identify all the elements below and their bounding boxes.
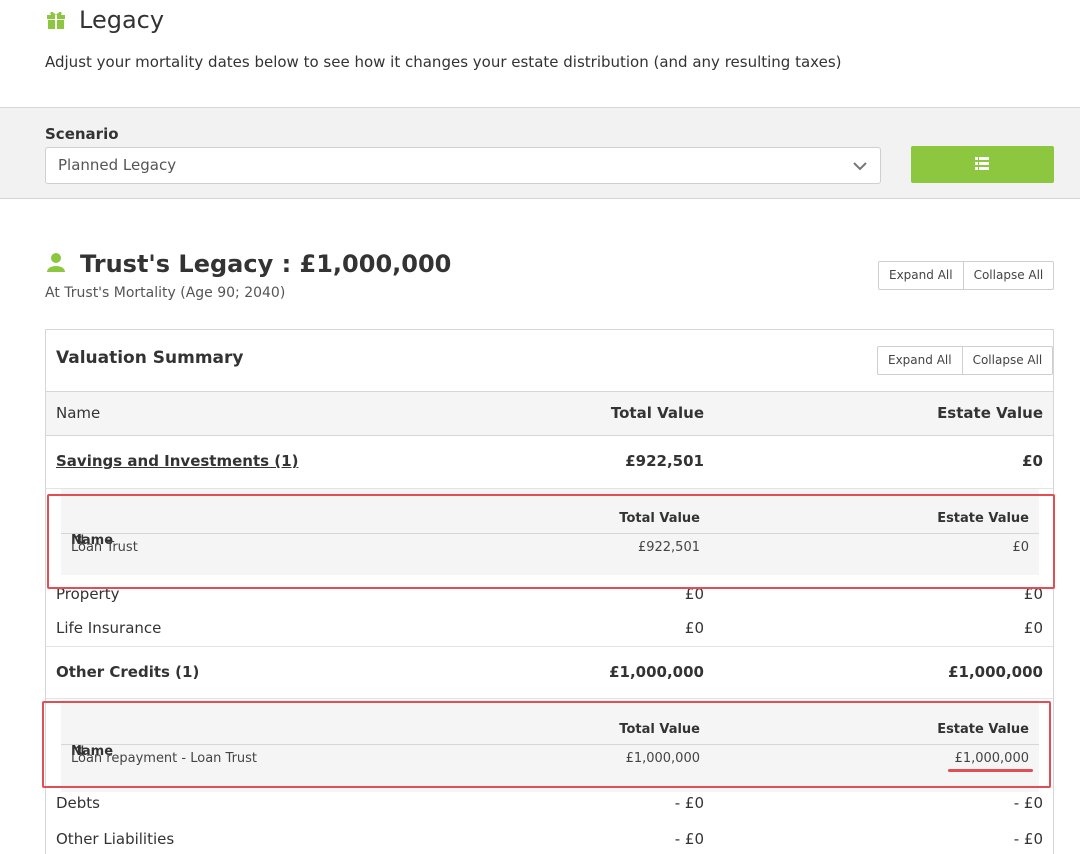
page-title: Legacy: [79, 6, 165, 34]
savings-total: £922,501: [625, 452, 704, 470]
collapse-all-button[interactable]: Collapse All: [961, 347, 1053, 374]
legacy-title: Trust's Legacy : £1,000,000: [80, 250, 452, 278]
table-row: Other Credits (1) £1,000,000 £1,000,000: [46, 647, 1053, 699]
highlight-underline: [948, 769, 1033, 772]
table-row: Life Insurance £0 £0: [46, 617, 1053, 647]
life-insurance-estate: £0: [1023, 619, 1043, 637]
table-row: Debts - £0 - £0: [46, 794, 1053, 828]
scenario-bar: Scenario Planned Legacy: [0, 107, 1080, 199]
other-liabilities-estate: - £0: [1013, 830, 1043, 848]
expand-all-button[interactable]: Expand All: [878, 347, 962, 374]
table-row: Savings and Investments (1) £922,501 £0: [46, 436, 1053, 489]
life-insurance-name: Life Insurance: [56, 619, 162, 637]
list-icon: [975, 157, 989, 170]
scenario-list-button[interactable]: [911, 146, 1054, 183]
panel-expand-collapse: Expand All Collapse All: [877, 346, 1054, 375]
page-header: Legacy Adjust your mortality dates below…: [0, 0, 1080, 108]
table-header: Name Total Value Estate Value: [46, 391, 1053, 436]
life-insurance-total: £0: [684, 619, 704, 637]
chevron-down-icon: [853, 162, 867, 171]
col-estate-value: Estate Value: [937, 404, 1043, 422]
scenario-label: Scenario: [45, 125, 119, 143]
other-credits-estate: £1,000,000: [948, 663, 1043, 681]
collapse-all-button[interactable]: Collapse All: [962, 262, 1054, 289]
table-row: Other Liabilities - £0 - £0: [46, 829, 1053, 854]
legacy-expand-collapse: Expand All Collapse All: [878, 261, 1055, 290]
other-credits-total: £1,000,000: [609, 663, 704, 681]
debts-estate: - £0: [1013, 794, 1043, 812]
other-credits-name[interactable]: Other Credits (1): [56, 663, 199, 681]
savings-estate: £0: [1022, 452, 1043, 470]
other-liabilities-total: - £0: [674, 830, 704, 848]
table-row: Property £0 £0: [46, 585, 1053, 615]
legacy-subtitle: At Trust's Mortality (Age 90; 2040): [45, 285, 286, 301]
savings-link[interactable]: Savings and Investments (1): [56, 452, 298, 470]
debts-total: - £0: [674, 794, 704, 812]
person-icon: [47, 253, 65, 272]
panel-title: Valuation Summary: [56, 348, 244, 368]
debts-name: Debts: [56, 794, 100, 812]
highlight-box: [42, 701, 1051, 788]
scenario-select[interactable]: Planned Legacy: [45, 147, 881, 184]
scenario-selected-value: Planned Legacy: [58, 156, 177, 174]
page-subtitle: Adjust your mortality dates below to see…: [45, 53, 842, 71]
gift-icon: [47, 11, 65, 29]
col-total-value: Total Value: [610, 404, 704, 422]
expand-all-button[interactable]: Expand All: [879, 262, 963, 289]
col-name: Name: [56, 404, 101, 422]
highlight-box: [47, 494, 1055, 589]
other-liabilities-name: Other Liabilities: [56, 830, 175, 848]
